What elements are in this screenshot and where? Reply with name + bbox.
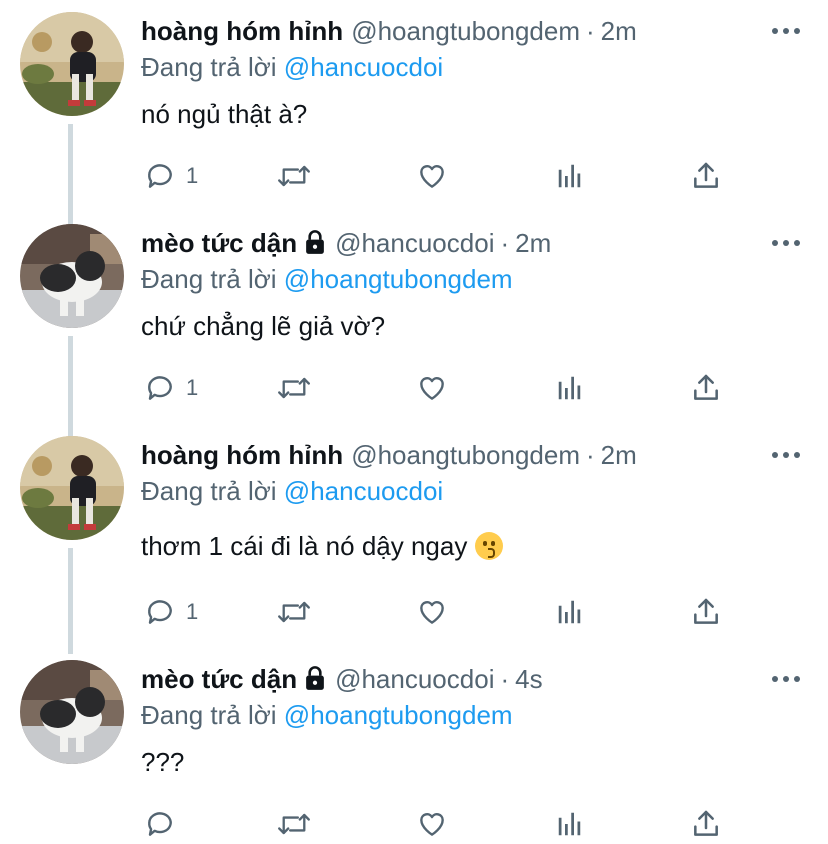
retweet-button[interactable] [276,592,312,632]
share-icon [694,374,718,400]
replying-to: Đang trả lời @hoangtubongdem [141,698,513,732]
retweet-icon [278,601,310,623]
user-handle[interactable]: @hancuocdoi [335,228,494,258]
share-button[interactable] [690,592,722,632]
replying-prefix: Đang trả lời [141,700,277,730]
retweet-icon [278,165,310,187]
retweet-icon [278,813,310,835]
reply-icon [148,600,172,624]
tweet-text: chứ chẳng lẽ giả vờ? [141,311,386,341]
timestamp[interactable]: 2m [515,228,551,258]
more-options-icon[interactable] [772,238,804,248]
more-options-icon[interactable] [772,26,804,36]
avatar[interactable] [20,436,124,540]
replying-to: Đang trả lời @hancuocdoi [141,474,443,508]
tweet-text: nó ngủ thật à? [141,99,308,129]
heart-icon [420,377,444,400]
heart-icon [420,601,444,624]
retweet-button[interactable] [276,156,312,196]
separator-dot: · [500,228,510,258]
mention-link[interactable]: @hoangtubongdem [284,700,513,730]
reply-count: 1 [186,599,199,624]
timestamp[interactable]: 2m [601,16,637,46]
replying-prefix: Đang trả lời [141,52,277,82]
lock-icon [306,666,324,690]
reply-count: 1 [186,163,199,188]
avatar[interactable] [20,660,124,764]
like-button[interactable] [416,592,448,632]
timestamp[interactable]: 4s [515,664,542,694]
display-name[interactable]: mèo tức dận [141,664,297,694]
analytics-icon [558,376,581,400]
timestamp[interactable]: 2m [601,440,637,470]
reply-icon [148,164,172,188]
more-options-icon[interactable] [772,450,804,460]
share-button[interactable] [690,368,722,408]
kissing-face-emoji-icon [475,532,504,560]
separator-dot: · [585,440,595,470]
tweet-text: thơm 1 cái đi là nó dậy ngay [141,531,468,561]
like-button[interactable] [416,368,448,408]
retweet-icon [278,377,310,399]
avatar[interactable] [20,12,124,116]
user-handle[interactable]: @hoangtubongdem [351,16,580,46]
action-bar: 1 [0,368,828,408]
heart-icon [420,165,444,188]
user-handle[interactable]: @hoangtubongdem [351,440,580,470]
analytics-icon [558,600,581,624]
share-icon [694,810,718,836]
lock-icon [306,230,324,254]
display-name[interactable]: hoàng hóm hỉnh [141,16,343,46]
share-icon [694,162,718,188]
retweet-button[interactable] [276,368,312,408]
share-icon [694,598,718,624]
reply-button[interactable] [144,804,176,844]
analytics-button[interactable] [555,368,585,408]
analytics-button[interactable] [555,156,585,196]
retweet-button[interactable] [276,804,312,844]
tweet-text: ??? [141,747,185,777]
like-button[interactable] [416,156,448,196]
analytics-icon [558,812,581,836]
analytics-button[interactable] [555,804,585,844]
replying-to: Đang trả lời @hoangtubongdem [141,262,513,296]
separator-dot: · [585,16,595,46]
reply-count: 1 [186,375,199,400]
more-options-icon[interactable] [772,674,804,684]
replying-prefix: Đang trả lời [141,476,277,506]
mention-link[interactable]: @hancuocdoi [284,52,443,82]
replying-prefix: Đang trả lời [141,264,277,294]
analytics-icon [558,164,581,188]
action-bar [0,804,828,844]
share-button[interactable] [690,156,722,196]
reply-icon [148,376,172,400]
reply-button[interactable]: 1 [144,368,198,408]
action-bar: 1 [0,592,828,632]
display-name[interactable]: mèo tức dận [141,228,297,258]
mention-link[interactable]: @hancuocdoi [284,476,443,506]
reply-button[interactable]: 1 [144,592,198,632]
reply-button[interactable]: 1 [144,156,198,196]
share-button[interactable] [690,804,722,844]
user-handle[interactable]: @hancuocdoi [335,664,494,694]
replying-to: Đang trả lời @hancuocdoi [141,50,443,84]
avatar[interactable] [20,224,124,328]
reply-icon [148,812,172,836]
separator-dot: · [500,664,510,694]
tweet-text-container: thơm 1 cái đi là nó dậy ngay [141,528,504,564]
action-bar: 1 [0,156,828,196]
mention-link[interactable]: @hoangtubongdem [284,264,513,294]
heart-icon [420,813,444,836]
display-name[interactable]: hoàng hóm hỉnh [141,440,343,470]
analytics-button[interactable] [555,592,585,632]
like-button[interactable] [416,804,448,844]
